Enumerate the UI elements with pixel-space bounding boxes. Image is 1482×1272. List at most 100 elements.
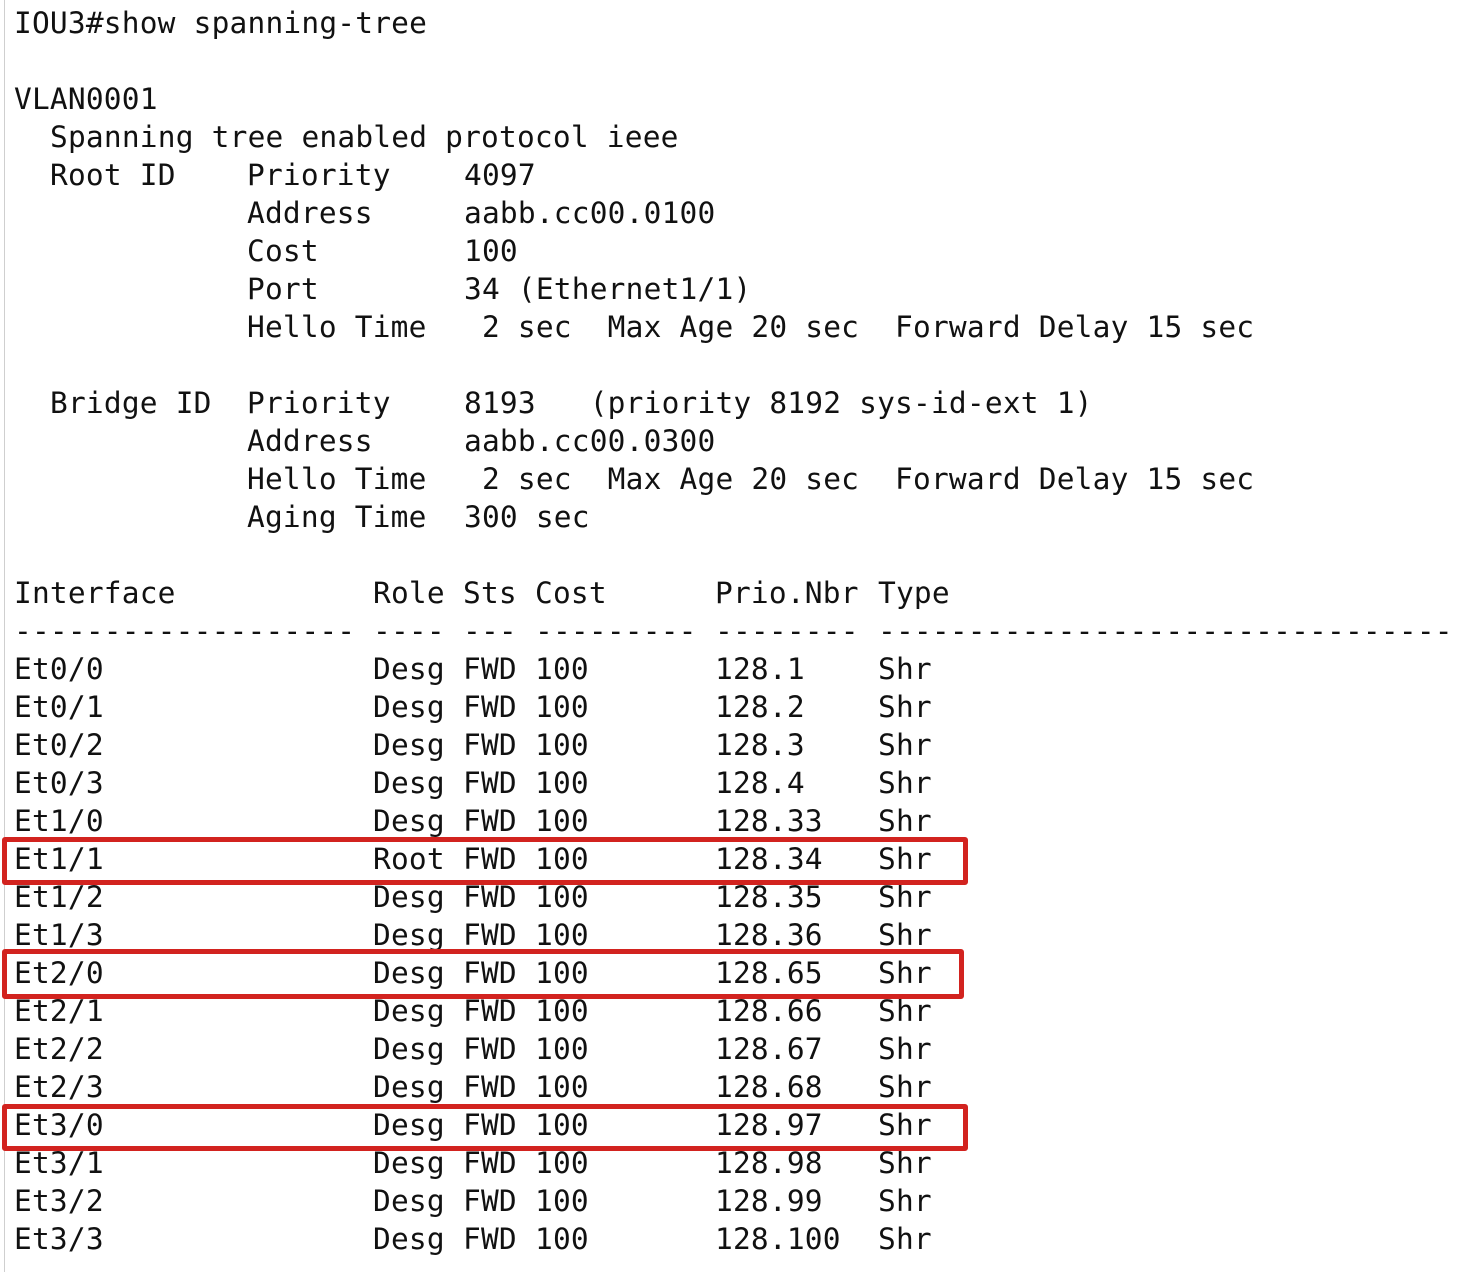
cell-interface: Et0/3 — [14, 766, 104, 800]
root-id-label: Root ID — [50, 158, 176, 192]
table-row: Et2/3 Desg FWD 100 128.68 Shr — [14, 1068, 1014, 1106]
root-id-priority-line: Root ID Priority 4097 — [14, 156, 1414, 194]
table-header-row: Interface Role Sts Cost Prio.Nbr Type — [14, 574, 1454, 612]
cell-prio-nbr: 128.98 — [715, 1146, 823, 1180]
cell-prio-nbr: 128.35 — [715, 880, 823, 914]
root-priority-label: Priority — [247, 158, 391, 192]
separator-prio: -------- — [715, 614, 859, 648]
header-role: Role — [373, 576, 445, 610]
root-port-value: 34 (Ethernet1/1) — [464, 272, 752, 306]
cell-sts: FWD — [463, 918, 517, 952]
cell-sts: FWD — [463, 1184, 517, 1218]
cell-prio-nbr: 128.67 — [715, 1032, 823, 1066]
table-row: Et1/1 Root FWD 100 128.34 Shr — [14, 840, 1014, 878]
cell-cost: 100 — [535, 842, 589, 876]
root-cost-line: Cost 100 — [14, 232, 1414, 270]
cell-sts: FWD — [463, 652, 517, 686]
cell-prio-nbr: 128.2 — [715, 690, 805, 724]
separator-sts: --- — [463, 614, 517, 648]
header-cost: Cost — [535, 576, 607, 610]
cell-sts: FWD — [463, 880, 517, 914]
cell-role: Desg — [373, 994, 445, 1028]
cell-type: Shr — [878, 1222, 932, 1256]
vlan-heading: VLAN0001 — [14, 82, 158, 116]
cell-cost: 100 — [535, 652, 589, 686]
cell-interface: Et2/0 — [14, 956, 104, 990]
cell-prio-nbr: 128.33 — [715, 804, 823, 838]
cell-interface: Et1/2 — [14, 880, 104, 914]
table-row: Et0/1 Desg FWD 100 128.2 Shr — [14, 688, 1014, 726]
cell-type: Shr — [878, 918, 932, 952]
table-row: Et3/3 Desg FWD 100 128.100 Shr — [14, 1220, 1014, 1258]
root-hello-label: Hello Time — [247, 310, 427, 344]
cell-cost: 100 — [535, 1070, 589, 1104]
cell-role: Desg — [373, 1146, 445, 1180]
cell-prio-nbr: 128.36 — [715, 918, 823, 952]
terminal-left-border — [4, 0, 5, 1272]
cell-interface: Et3/2 — [14, 1184, 104, 1218]
cell-type: Shr — [878, 1146, 932, 1180]
cell-cost: 100 — [535, 918, 589, 952]
separator-role: ---- — [373, 614, 445, 648]
table-row: Et2/0 Desg FWD 100 128.65 Shr — [14, 954, 1014, 992]
cell-interface: Et1/0 — [14, 804, 104, 838]
cell-type: Shr — [878, 1184, 932, 1218]
cell-sts: FWD — [463, 804, 517, 838]
cell-interface: Et2/3 — [14, 1070, 104, 1104]
table-row: Et3/1 Desg FWD 100 128.98 Shr — [14, 1144, 1014, 1182]
root-port-line: Port 34 (Ethernet1/1) — [14, 270, 1414, 308]
terminal-window[interactable]: IOU3#show spanning-tree VLAN0001 Spannin… — [0, 0, 1482, 1272]
table-row: Et0/3 Desg FWD 100 128.4 Shr — [14, 764, 1014, 802]
cell-prio-nbr: 128.3 — [715, 728, 805, 762]
root-port-label: Port — [247, 272, 319, 306]
cell-type: Shr — [878, 1032, 932, 1066]
cell-type: Shr — [878, 690, 932, 724]
cell-cost: 100 — [535, 766, 589, 800]
cell-role: Desg — [373, 1070, 445, 1104]
root-address-label: Address — [247, 196, 373, 230]
separator-interface: ------------------- — [14, 614, 356, 648]
cell-role: Desg — [373, 956, 445, 990]
table-row: Et1/0 Desg FWD 100 128.33 Shr — [14, 802, 1014, 840]
table-row: Et1/3 Desg FWD 100 128.36 Shr — [14, 916, 1014, 954]
bridge-address-line: Address aabb.cc00.0300 — [14, 422, 1414, 460]
root-cost-value: 100 — [464, 234, 518, 268]
cell-cost: 100 — [535, 728, 589, 762]
cell-role: Desg — [373, 1032, 445, 1066]
cell-role: Desg — [373, 1108, 445, 1142]
separator-cost: --------- — [535, 614, 697, 648]
bridge-priority-value: 8193 (priority 8192 sys-id-ext 1) — [464, 386, 1093, 420]
table-separator-row: ------------------- ---- --- --------- -… — [14, 612, 1454, 650]
cell-sts: FWD — [463, 690, 517, 724]
cell-role: Desg — [373, 918, 445, 952]
root-cost-label: Cost — [247, 234, 319, 268]
cell-type: Shr — [878, 994, 932, 1028]
table-row: Et0/0 Desg FWD 100 128.1 Shr — [14, 650, 1014, 688]
cell-cost: 100 — [535, 994, 589, 1028]
cell-role: Desg — [373, 1222, 445, 1256]
bridge-hello-label: Hello Time — [247, 462, 427, 496]
root-hello-value: 2 sec Max Age 20 sec Forward Delay 15 se… — [464, 310, 1255, 344]
bridge-id-label: Bridge ID — [50, 386, 212, 420]
table-row: Et0/2 Desg FWD 100 128.3 Shr — [14, 726, 1014, 764]
table-row: Et3/2 Desg FWD 100 128.99 Shr — [14, 1182, 1014, 1220]
cell-type: Shr — [878, 728, 932, 762]
cell-cost: 100 — [535, 804, 589, 838]
cell-interface: Et2/2 — [14, 1032, 104, 1066]
bridge-aging-label: Aging Time — [247, 500, 427, 534]
cell-sts: FWD — [463, 1222, 517, 1256]
cell-cost: 100 — [535, 1108, 589, 1142]
table-row: Et1/2 Desg FWD 100 128.35 Shr — [14, 878, 1014, 916]
cell-sts: FWD — [463, 1108, 517, 1142]
cell-interface: Et3/3 — [14, 1222, 104, 1256]
cell-sts: FWD — [463, 728, 517, 762]
cell-prio-nbr: 128.65 — [715, 956, 823, 990]
cell-prio-nbr: 128.34 — [715, 842, 823, 876]
cell-prio-nbr: 128.1 — [715, 652, 805, 686]
bridge-aging-value: 300 sec — [464, 500, 590, 534]
cell-prio-nbr: 128.4 — [715, 766, 805, 800]
bridge-priority-label: Priority — [247, 386, 391, 420]
root-hello-line: Hello Time 2 sec Max Age 20 sec Forward … — [14, 308, 1414, 346]
table-row: Et3/0 Desg FWD 100 128.97 Shr — [14, 1106, 1014, 1144]
cell-prio-nbr: 128.68 — [715, 1070, 823, 1104]
